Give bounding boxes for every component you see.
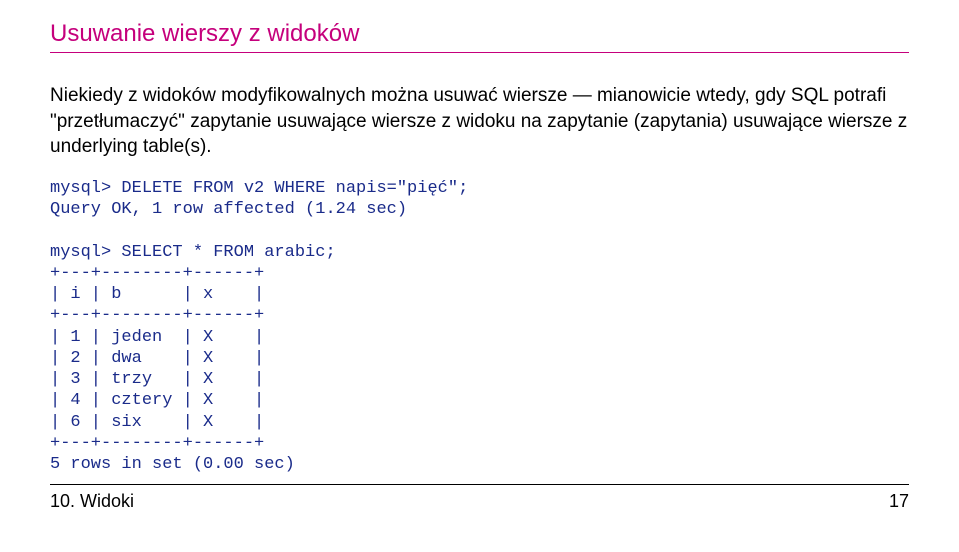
- footer-page-number: 17: [889, 491, 909, 512]
- page-footer: 10. Widoki 17: [50, 484, 909, 512]
- heading-underline: [50, 52, 909, 53]
- section-heading: Usuwanie wierszy z widoków: [50, 20, 909, 48]
- code-block: mysql> DELETE FROM v2 WHERE napis="pięć"…: [50, 178, 909, 476]
- body-paragraph: Niekiedy z widoków modyfikowalnych można…: [50, 83, 909, 160]
- footer-chapter: 10. Widoki: [50, 491, 134, 512]
